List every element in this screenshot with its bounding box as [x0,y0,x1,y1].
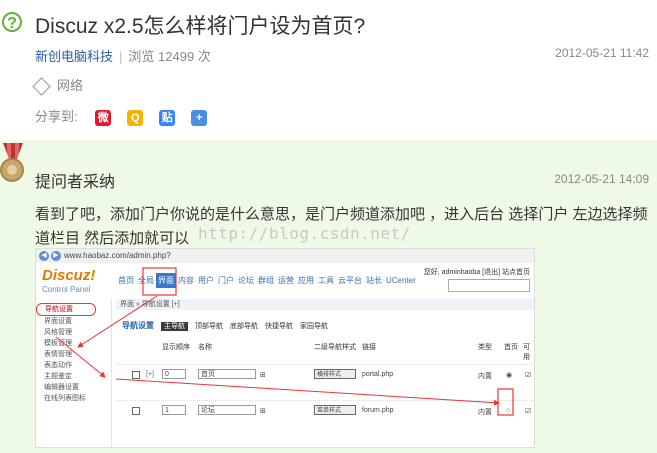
sidebar-item-selected: 导航设置 [36,303,96,316]
column-header: 首页 [504,344,518,351]
share-label: 分享到: [35,109,78,124]
tab: 底部导航 [230,323,258,330]
column-header: 名称 [198,344,212,351]
question-icon: ? [2,12,22,32]
nav-item: 论坛 [238,276,254,285]
sidebar-item: 界面设置 [44,318,72,325]
tab-active: 主导航 [161,322,188,331]
row-checkbox [132,407,140,415]
nav-item: 用户 [198,276,214,285]
author-link[interactable]: 新创电脑科技 [35,49,113,64]
back-icon: ◀ [39,251,49,261]
nav-item: 内容 [178,276,194,285]
style-select: 横排样式 [314,369,356,379]
tab: 家园导航 [300,323,328,330]
nav-item: UCenter [386,276,416,285]
more-share-icon[interactable]: + [191,109,208,126]
question-title: Discuz x2.5怎么样将门户设为首页? [35,15,366,38]
tag-icon [32,77,51,96]
watermark: http://blog.csdn.net/ [198,224,411,243]
link-cell: portal.php [362,371,394,378]
answer-header: 提问者采纳 [35,174,116,191]
admin-content: 导航设置 主导航 顶部导航 底部导航 快捷导航 家园导航 显示顺序 名称 二级导航样式 链… [116,312,534,447]
admin-header: Discuz! Control Panel 首页 全局 界面 内容 用户 门户 论坛 群组 运营… [36,263,534,299]
nav-item-active: 界面 [156,273,176,288]
question-header: ? Discuz x2.5怎么样将门户设为首页? 新创电脑科技 | 浏览 12499… [0,0,657,140]
nav-item: 应用 [298,276,314,285]
accepted-answer: 提问者采纳 2012-05-21 14:09 看到了吧，添加门户你说的是什么意思… [0,140,657,453]
qzone-share-icon[interactable]: Q [127,109,144,126]
column-header: 链接 [362,344,376,351]
name-input: 论坛 [198,405,256,415]
order-input: 1 [162,405,186,415]
discuz-logo: Discuz! [42,267,96,284]
tieba-share-icon[interactable]: 贴 [159,109,176,126]
admin-sidebar: 导航设置 界面设置 风格管理 模板管理 表情管理 表态动作 主题鉴定 编辑器设置… [36,299,112,447]
home-radio: ◉ [506,372,513,379]
question-meta: 新创电脑科技 | 浏览 12499 次 [35,46,211,65]
admin-user-info: 您好, adminhaoba [退出] 站点首页 [423,269,530,276]
column-header: 二级导航样式 [314,344,356,351]
address-url: www.haobaz.com/admin.php? [64,251,171,260]
answer-date: 2012-05-21 14:09 [554,172,649,186]
sidebar-item: 主题鉴定 [44,373,72,380]
column-header: 类型 [478,344,492,351]
nav-item: 工具 [318,276,334,285]
name-input: 首页 [198,369,256,379]
tab: 快捷导航 [265,323,293,330]
weibo-share-icon[interactable]: 微 [95,109,112,126]
admin-search-box [448,279,530,292]
share-row: 分享到: 微 Q 贴 + [35,106,223,126]
type-cell: 内置 [478,373,492,380]
link-cell: forum.php [362,407,394,414]
home-radio: ○ [506,407,511,414]
table-row: 1 论坛 ⊞ 菜单样式 forum.php 内置 ○ ☑ [116,400,534,421]
tag-link[interactable]: 网络 [57,78,83,93]
nav-item: 首页 [118,276,134,285]
question-date: 2012-05-21 11:42 [555,46,649,60]
admin-breadcrumb: 界面 » 导航设置 [+] [116,299,534,310]
sidebar-item: 编辑器设置 [44,384,79,391]
admin-tabs: 导航设置 主导航 顶部导航 底部导航 快捷导航 家园导航 [122,320,335,331]
tab-heading: 导航设置 [122,321,154,330]
nav-item: 运营 [278,276,294,285]
tag-row: 网络 [32,75,83,96]
table-row: [+] 0 首页 ⊞ 横排样式 portal.php 内置 ◉ ☑ [116,364,534,385]
style-select: 菜单样式 [314,405,356,415]
nav-item: 全局 [138,276,154,285]
nav-item: 站长 [366,276,382,285]
sidebar-item: 在线列表图标 [44,395,86,402]
admin-topnav: 首页 全局 界面 内容 用户 门户 论坛 群组 运营 应用 工具 云平台 站长 UCenter [116,273,418,288]
tab: 顶部导航 [195,323,223,330]
sidebar-item: 表情管理 [44,351,72,358]
forward-icon: ▶ [51,251,61,261]
enable-checkbox: ☑ [525,372,532,379]
expand-icon: [+] [146,371,154,378]
nav-item: 群组 [258,276,274,285]
browser-address-bar: ◀ ▶ www.haobaz.com/admin.php? [36,249,534,264]
row-checkbox [132,371,140,379]
meta-separator: | [119,49,123,64]
sidebar-item: 模板管理 [44,340,72,347]
type-cell: 内置 [478,409,492,416]
view-count: 浏览 12499 次 [128,49,211,64]
logo-subtitle: Control Panel [42,285,91,294]
order-input: 0 [162,369,186,379]
answer-screenshot[interactable]: ◀ ▶ www.haobaz.com/admin.php? Discuz! Co… [35,248,535,448]
enable-checkbox: ☑ [525,408,532,415]
column-header: 显示顺序 [162,344,190,351]
column-header: 可用 [523,344,530,361]
sidebar-item: 风格管理 [44,329,72,336]
sidebar-item: 表态动作 [44,362,72,369]
nav-item: 云平台 [338,276,362,285]
medal-icon [0,143,26,193]
add-icon: ⊞ [260,372,266,379]
nav-item: 门户 [218,276,234,285]
add-icon: ⊞ [260,408,266,415]
